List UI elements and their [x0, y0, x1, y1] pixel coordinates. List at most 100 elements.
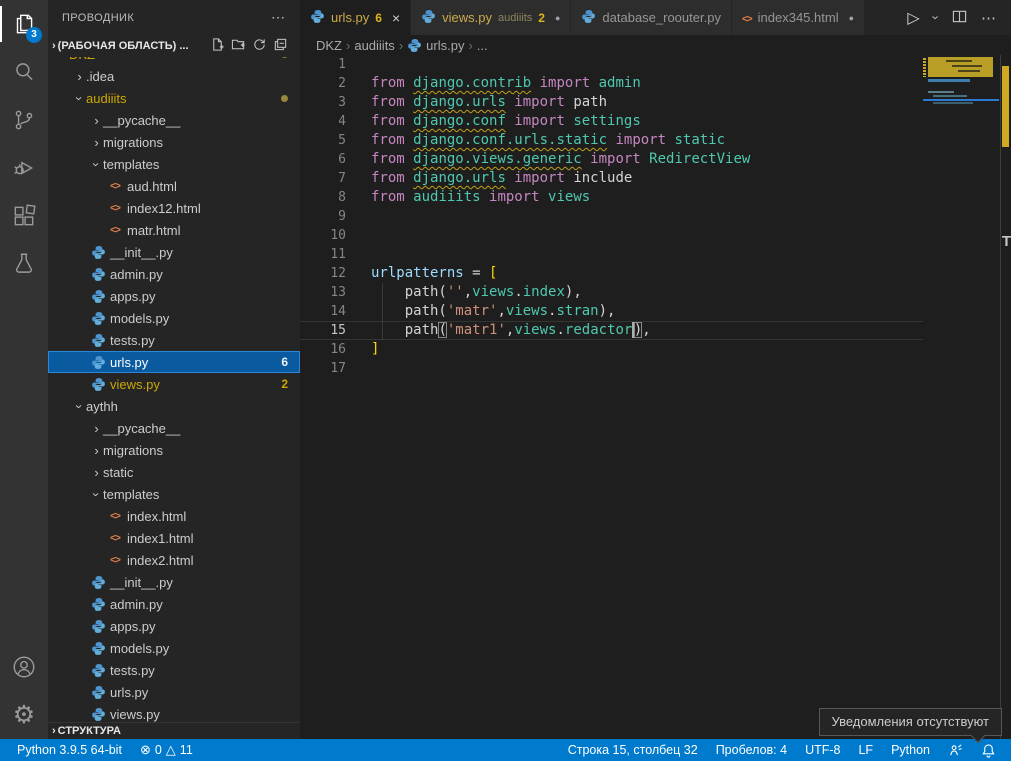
tree-item-views.py[interactable]: views.py2 [48, 373, 300, 395]
chevron-right-icon: › [90, 443, 103, 458]
code-line-10[interactable]: 10 [300, 226, 923, 245]
tree-item-index.html[interactable]: <>index.html [48, 505, 300, 527]
breadcrumb-item-audiiits[interactable]: audiiits [354, 38, 394, 53]
tree-item-__init__.py[interactable]: __init__.py [48, 241, 300, 263]
stray-t-glyph: T [1002, 233, 1011, 250]
code-line-13[interactable]: 13 path('',views.index), [300, 283, 923, 302]
language-status[interactable]: Python [882, 739, 939, 761]
settings-gear-icon[interactable]: ⚙ [0, 691, 48, 739]
tree-item-tests.py[interactable]: tests.py [48, 329, 300, 351]
more-actions-icon[interactable]: ⋯ [981, 9, 997, 27]
line-content: from django.urls import path [346, 93, 607, 112]
code-line-7[interactable]: 7from django.urls import include [300, 169, 923, 188]
tree-item-admin.py[interactable]: admin.py [48, 263, 300, 285]
sidebar-more-icon[interactable]: ⋯ [271, 9, 286, 26]
cursor-position-status[interactable]: Строка 15, столбец 32 [559, 739, 707, 761]
tree-item-matr.html[interactable]: <>matr.html [48, 219, 300, 241]
tab-urls.py[interactable]: urls.py6× [300, 0, 411, 35]
tree-item-.idea[interactable]: ›.idea [48, 65, 300, 87]
tree-item-models.py[interactable]: models.py [48, 637, 300, 659]
tree-item-audiiits[interactable]: ›audiiits [48, 87, 300, 109]
code-line-6[interactable]: 6from django.views.generic import Redire… [300, 150, 923, 169]
run-debug-icon[interactable] [0, 144, 48, 192]
tree-item-views.py[interactable]: views.py [48, 703, 300, 722]
code-line-3[interactable]: 3from django.urls import path [300, 93, 923, 112]
line-number: 15 [300, 321, 346, 340]
code-line-9[interactable]: 9 [300, 207, 923, 226]
code-line-15[interactable]: 15 path('matr1',views.redactor), [300, 321, 923, 340]
tree-item-__init__.py[interactable]: __init__.py [48, 571, 300, 593]
line-content: from django.conf import settings [346, 112, 641, 131]
tree-item-urls.py[interactable]: urls.py6 [48, 351, 300, 373]
tree-item-DKZ[interactable]: ›DKZ [48, 57, 300, 65]
run-dropdown-chevron-icon[interactable]: › [928, 15, 943, 19]
tree-item-label: index.html [127, 509, 186, 524]
workspace-section-header[interactable]: › (РАБОЧАЯ ОБЛАСТЬ) ... [48, 35, 300, 57]
python-interpreter-status[interactable]: Python 3.9.5 64-bit [8, 739, 131, 761]
tree-item-aud.html[interactable]: <>aud.html [48, 175, 300, 197]
tree-item-index2.html[interactable]: <>index2.html [48, 549, 300, 571]
breadcrumb-item-DKZ[interactable]: DKZ [316, 38, 342, 53]
code-line-16[interactable]: 16] [300, 340, 923, 359]
code-line-11[interactable]: 11 [300, 245, 923, 264]
tree-item-tests.py[interactable]: tests.py [48, 659, 300, 681]
outline-section-header[interactable]: › СТРУКТУРА [48, 722, 300, 739]
tree-item-label: urls.py [110, 685, 148, 700]
code-line-1[interactable]: 1 [300, 55, 923, 74]
feedback-icon[interactable] [939, 739, 972, 761]
tab-database_roouter.py[interactable]: database_roouter.py [571, 0, 732, 35]
code-line-17[interactable]: 17 [300, 359, 923, 378]
code-line-2[interactable]: 2from django.contrib import admin [300, 74, 923, 93]
indentation-status[interactable]: Пробелов: 4 [707, 739, 796, 761]
breadcrumb-label: DKZ [316, 38, 342, 53]
problems-status[interactable]: ⊗ 0 △ 11 [131, 739, 202, 761]
breadcrumb-item-urls.py[interactable]: urls.py [407, 38, 464, 53]
close-icon[interactable]: × [392, 10, 400, 26]
breadcrumb-item-...[interactable]: ... [477, 38, 488, 53]
code-line-14[interactable]: 14 path('matr',views.stran), [300, 302, 923, 321]
code-line-12[interactable]: 12urlpatterns = [ [300, 264, 923, 283]
code-line-4[interactable]: 4from django.conf import settings [300, 112, 923, 131]
tree-item-migrations[interactable]: ›migrations [48, 439, 300, 461]
modified-dot-icon[interactable]: ● [849, 13, 854, 23]
eol-status[interactable]: LF [849, 739, 882, 761]
testing-icon[interactable] [0, 240, 48, 288]
search-icon[interactable] [0, 48, 48, 96]
tab-views.py[interactable]: views.pyaudiiits2● [411, 0, 571, 35]
tree-item-templates[interactable]: ›templates [48, 483, 300, 505]
python-icon [407, 38, 422, 53]
extensions-icon[interactable] [0, 192, 48, 240]
breadcrumb-label: audiiits [354, 38, 394, 53]
tree-item-apps.py[interactable]: apps.py [48, 285, 300, 307]
new-folder-icon[interactable] [231, 37, 246, 55]
tree-item-migrations[interactable]: ›migrations [48, 131, 300, 153]
tree-item-__pycache__[interactable]: ›__pycache__ [48, 417, 300, 439]
tree-item-aythh[interactable]: ›aythh [48, 395, 300, 417]
explorer-icon[interactable]: 3 [0, 0, 48, 48]
tree-item-templates[interactable]: ›templates [48, 153, 300, 175]
tree-item-admin.py[interactable]: admin.py [48, 593, 300, 615]
run-python-file-icon[interactable]: ▷ [907, 8, 919, 28]
code-line-8[interactable]: 8from audiiits import views [300, 188, 923, 207]
code-line-5[interactable]: 5from django.conf.urls.static import sta… [300, 131, 923, 150]
encoding-status[interactable]: UTF-8 [796, 739, 849, 761]
split-editor-icon[interactable] [952, 9, 967, 27]
tab-index345.html[interactable]: <>index345.html● [732, 0, 865, 35]
html-file-icon: <> [107, 203, 123, 214]
new-file-icon[interactable] [210, 37, 225, 55]
tree-item-__pycache__[interactable]: ›__pycache__ [48, 109, 300, 131]
tree-item-apps.py[interactable]: apps.py [48, 615, 300, 637]
modified-dot-icon[interactable]: ● [555, 13, 560, 23]
source-control-icon[interactable] [0, 96, 48, 144]
collapse-all-icon[interactable] [273, 37, 288, 55]
tree-item-models.py[interactable]: models.py [48, 307, 300, 329]
tree-item-index1.html[interactable]: <>index1.html [48, 527, 300, 549]
minimap[interactable] [923, 55, 999, 739]
refresh-icon[interactable] [252, 37, 267, 55]
tree-item-static[interactable]: ›static [48, 461, 300, 483]
account-icon[interactable] [0, 643, 48, 691]
tree-item-urls.py[interactable]: urls.py [48, 681, 300, 703]
code-editor[interactable]: 12from django.contrib import admin3from … [300, 55, 1011, 739]
tree-item-index12.html[interactable]: <>index12.html [48, 197, 300, 219]
editor-scrollbar[interactable]: T [1000, 55, 1011, 739]
